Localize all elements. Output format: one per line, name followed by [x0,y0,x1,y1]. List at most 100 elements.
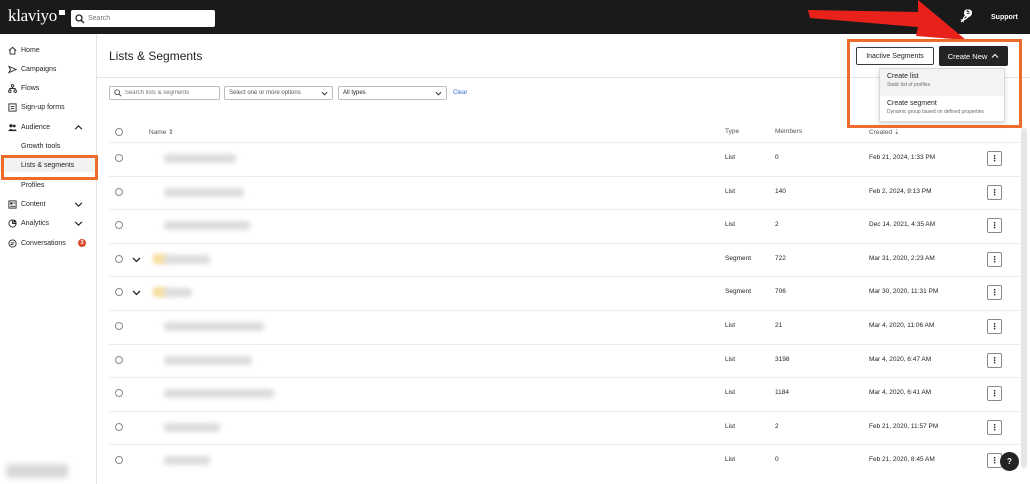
account-avatar[interactable] [6,464,68,478]
row-name-redacted[interactable] [164,456,210,465]
row-checkbox[interactable] [115,389,123,397]
row-checkbox[interactable] [115,154,123,162]
column-header-type: Type [725,128,740,135]
row-actions-button[interactable]: ⋮ [987,386,1002,401]
klaviyo-logo[interactable]: klaviyo [8,6,65,26]
tags-select[interactable]: Select one or more options [224,86,333,100]
row-created: Mar 4, 2020, 6:41 AM [869,389,932,396]
support-link[interactable]: Support [991,14,1018,21]
table-row[interactable]: List 21 Mar 4, 2020, 11:06 AM ⋮ [109,310,1020,343]
table-row[interactable]: List 2 Feb 21, 2020, 11:57 PM ⋮ [109,411,1020,444]
conversations-badge: 3 [78,239,86,247]
highlight-box-create-menu [847,39,1022,128]
chat-icon [8,238,17,248]
kebab-icon: ⋮ [990,356,999,365]
search-icon [75,13,85,23]
chevron-down-icon[interactable] [132,255,141,264]
row-created: Feb 21, 2020, 8:45 AM [869,456,935,463]
row-actions-button[interactable]: ⋮ [987,319,1002,334]
table-row[interactable]: List 140 Feb 2, 2024, 9:13 PM ⋮ [109,176,1020,209]
row-actions-button[interactable]: ⋮ [987,185,1002,200]
row-name-redacted[interactable] [164,154,236,163]
people-icon [8,123,17,131]
table-row[interactable]: Segment 706 Mar 30, 2020, 11:31 PM ⋮ [109,276,1020,309]
list-search-input[interactable] [124,90,219,96]
row-checkbox[interactable] [115,322,123,330]
chevron-down-icon[interactable] [132,288,141,297]
scrollbar[interactable] [1021,128,1027,468]
sidebar-item-audience[interactable]: Audience [8,120,94,134]
global-search[interactable] [71,10,215,27]
row-created: Mar 4, 2020, 11:06 AM [869,322,935,329]
row-actions-button[interactable]: ⋮ [987,353,1002,368]
analytics-icon [8,218,17,228]
row-name-redacted[interactable] [164,188,244,197]
sort-desc-icon: ⇣ [893,129,900,136]
row-name-redacted[interactable] [164,389,274,398]
row-type: List [725,221,736,228]
sidebar-item-campaigns[interactable]: Campaigns [8,62,94,76]
row-name-redacted[interactable] [164,356,252,365]
content-icon [8,199,17,209]
chevron-down-icon [74,202,83,207]
column-header-name[interactable]: Name ⇕ [149,128,174,136]
column-header-created[interactable]: Created ⇣ [869,128,899,136]
row-type: List [725,356,736,363]
sidebar-item-content[interactable]: Content [8,197,94,211]
clear-filters-link[interactable]: Clear [453,90,467,96]
sidebar-item-profiles[interactable]: Profiles [21,178,44,192]
row-checkbox[interactable] [115,221,123,229]
chevron-down-icon [435,91,442,96]
row-actions-button[interactable]: ⋮ [987,252,1002,267]
row-created: Mar 30, 2020, 11:31 PM [869,288,939,295]
row-name-redacted[interactable] [164,322,264,331]
sidebar-item-signup-forms[interactable]: Sign-up forms [8,100,94,114]
row-actions-button[interactable]: ⋮ [987,218,1002,233]
row-checkbox[interactable] [115,255,123,263]
select-all-checkbox[interactable] [115,128,123,136]
row-actions-button[interactable]: ⋮ [987,285,1002,300]
row-checkbox[interactable] [115,188,123,196]
help-button[interactable]: ? [1000,452,1019,471]
table-row[interactable]: List 2 Dec 14, 2021, 4:35 AM ⋮ [109,209,1020,242]
row-members: 722 [775,255,786,262]
row-name-redacted[interactable] [164,423,220,432]
row-checkbox[interactable] [115,423,123,431]
row-type: Segment [725,255,752,262]
table-row[interactable]: List 1184 Mar 4, 2020, 6:41 AM ⋮ [109,377,1020,410]
sidebar-item-growth-tools[interactable]: Growth tools [21,139,60,153]
row-name-redacted[interactable] [164,288,192,297]
sidebar-item-analytics[interactable]: Analytics [8,216,94,230]
sidebar-item-home[interactable]: Home [8,43,94,57]
row-actions-button[interactable]: ⋮ [987,151,1002,166]
row-members: 140 [775,188,786,195]
row-type: List [725,423,736,430]
row-actions-button[interactable]: ⋮ [987,420,1002,435]
table-row[interactable]: List 3198 Mar 4, 2020, 6:47 AM ⋮ [109,344,1020,377]
kebab-icon: ⋮ [990,188,999,197]
row-checkbox[interactable] [115,288,123,296]
logo-flag-icon [58,10,65,15]
row-members: 2 [775,221,779,228]
list-search[interactable] [109,86,220,100]
home-icon [8,46,17,55]
kebab-icon: ⋮ [990,255,999,264]
row-checkbox[interactable] [115,356,123,364]
sidebar-item-flows[interactable]: Flows [8,81,94,95]
row-created: Feb 2, 2024, 9:13 PM [869,188,932,195]
type-select[interactable]: All types [338,86,447,100]
kebab-icon: ⋮ [990,423,999,432]
highlight-box-lists-segments [1,155,98,180]
table-row[interactable]: Segment 722 Mar 31, 2020, 2:23 AM ⋮ [109,243,1020,276]
global-search-input[interactable] [88,15,208,22]
table-row[interactable]: List 0 Feb 21, 2024, 1:33 PM ⋮ [109,142,1020,175]
sidebar-item-conversations[interactable]: Conversations 3 [8,236,94,250]
row-name-redacted[interactable] [164,221,250,230]
row-members: 706 [775,288,786,295]
row-checkbox[interactable] [115,456,123,464]
row-type: Segment [725,288,752,295]
kebab-icon: ⋮ [990,322,999,331]
table-row[interactable]: List 0 Feb 21, 2020, 8:45 AM ⋮ [109,444,1020,477]
row-members: 3198 [775,356,790,363]
row-name-redacted[interactable] [164,255,210,264]
